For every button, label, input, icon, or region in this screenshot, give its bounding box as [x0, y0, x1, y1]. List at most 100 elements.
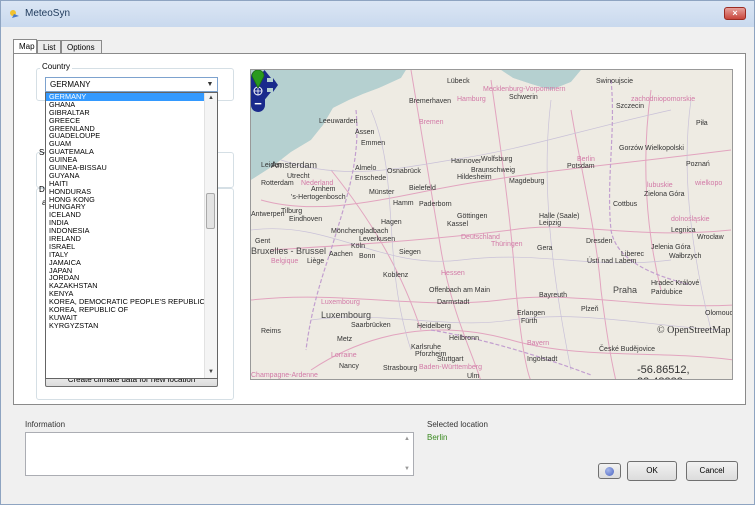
map-label-hessen: Hessen — [441, 270, 465, 277]
country-option[interactable]: GREENLAND — [46, 125, 206, 133]
country-option[interactable]: GIBRALTAR — [46, 109, 206, 117]
map-label-gent: Gent — [255, 238, 271, 245]
map-label-leverkusen: Leverkusen — [359, 236, 396, 243]
country-option[interactable]: GUAM — [46, 140, 206, 148]
map-label-utrecht: Utrecht — [287, 173, 310, 180]
map-label-eindhoven: Eindhoven — [289, 216, 323, 223]
country-option[interactable]: KUWAIT — [46, 314, 206, 322]
map-label-liege: Liège — [307, 258, 325, 265]
country-option[interactable]: HUNGARY — [46, 203, 206, 211]
chevron-down-icon[interactable]: ▼ — [205, 80, 215, 89]
map-label-furth: Fürth — [521, 318, 538, 325]
map-label-bremen: Bremen — [419, 119, 444, 126]
map-label-liberec: Liberec — [621, 251, 644, 258]
country-option[interactable]: JORDAN — [46, 274, 206, 282]
map-label-kassel: Kassel — [447, 221, 469, 228]
country-option[interactable]: KENYA — [46, 290, 206, 298]
map-label-erlangen: Erlangen — [517, 310, 546, 317]
scroll-up-icon[interactable]: ▲ — [205, 93, 217, 104]
map-label-dresden: Dresden — [586, 238, 613, 245]
map-label-koln: Köln — [351, 243, 366, 250]
ok-button[interactable]: OK — [627, 461, 677, 481]
app-logo-icon — [10, 10, 19, 18]
country-option[interactable]: KOREA, REPUBLIC OF — [46, 306, 206, 314]
scroll-down-icon[interactable]: ▼ — [205, 367, 217, 378]
scrollbar-thumb[interactable] — [206, 193, 215, 229]
country-option[interactable]: KAZAKHSTAN — [46, 282, 206, 290]
country-option[interactable]: GUADELOUPE — [46, 132, 206, 140]
dropdown-scrollbar[interactable]: ▲ ▼ — [204, 93, 217, 378]
location-marker-icon[interactable] — [251, 70, 265, 88]
scroll-down-icon[interactable]: ▼ — [401, 466, 413, 472]
tab-options[interactable]: Options — [61, 40, 102, 53]
country-option[interactable]: GERMANY — [46, 93, 206, 101]
country-option[interactable]: KOREA, DEMOCRATIC PEOPLE'S REPUBLIC ( — [46, 298, 206, 306]
map-label-assen: Assen — [355, 129, 375, 136]
map-label-champagne: Champagne-Ardenne — [251, 372, 318, 379]
country-select[interactable]: GERMANY ▼ — [45, 77, 218, 92]
map-label-leiden: Leiden — [261, 162, 283, 169]
country-option[interactable]: INDONESIA — [46, 227, 206, 235]
scroll-up-icon[interactable]: ▲ — [401, 436, 413, 442]
cancel-button[interactable]: Cancel — [686, 461, 738, 481]
map-label-usti: Ústí nad Labem — [587, 258, 637, 265]
map-label-hildesheim: Hildesheim — [457, 174, 492, 181]
country-option[interactable]: GUINEA-BISSAU — [46, 164, 206, 172]
country-option[interactable]: ICELAND — [46, 211, 206, 219]
map-coordinates: -56.86512, 23.48383 — [637, 364, 690, 379]
map-label-pila: Piła — [696, 120, 708, 127]
country-option[interactable]: INDIA — [46, 219, 206, 227]
map-label-paderborn: Paderborn — [419, 201, 452, 208]
information-scrollbar[interactable]: ▲ ▼ — [401, 433, 413, 475]
map-label-magdeburg: Magdeburg — [509, 178, 545, 185]
map-label-swinoujscie: Swinoujscie — [596, 78, 633, 85]
tab-list[interactable]: List — [37, 40, 61, 53]
map-label-heidelberg: Heidelberg — [417, 323, 451, 330]
country-option[interactable]: KYRGYZSTAN — [46, 322, 206, 330]
map-label-bayreuth: Bayreuth — [539, 292, 568, 299]
title-bar: MeteoSyn × — [1, 1, 754, 27]
country-option[interactable]: HONDURAS — [46, 188, 206, 196]
map-label-poznan: Poznań — [686, 161, 710, 168]
country-option[interactable]: GUINEA — [46, 156, 206, 164]
country-dropdown-list[interactable]: GERMANY GHANA GIBRALTAR GREECE GREENLAND GUAD… — [45, 92, 218, 379]
map-label-hamburg: Hamburg — [457, 96, 486, 103]
map-label-antwerpen: Antwerpen — [251, 211, 285, 218]
map-label-ulm: Ulm — [467, 373, 480, 380]
map-label-zachodniopomorskie: zachodniopomorskie — [631, 96, 696, 103]
map-view[interactable]: Lübeck Swinoujscie Mecklenburg-Vorpommern S… — [250, 69, 733, 380]
country-select-value: GERMANY — [50, 80, 91, 89]
map-label-heilbronn: Heilbronn — [449, 335, 479, 342]
country-option[interactable]: GREECE — [46, 117, 206, 125]
country-option[interactable]: ISRAEL — [46, 243, 206, 251]
map-label-badenwurttemberg: Baden-Württemberg — [419, 364, 483, 371]
country-option[interactable]: GUYANA — [46, 172, 206, 180]
map-label-siegen: Siegen — [399, 249, 421, 256]
map-label-karlsruhe: Karlsruhe — [411, 344, 441, 351]
map-label-potsdam: Potsdam — [567, 163, 595, 170]
map-label-braunschweig: Braunschweig — [471, 167, 515, 174]
map-label-halle: Halle (Saale) — [539, 213, 580, 220]
country-option[interactable]: ITALY — [46, 251, 206, 259]
map-label-jelenia: Jelenia Góra — [651, 244, 691, 251]
map-label-belgique: Belgique — [271, 258, 299, 265]
help-button[interactable] — [598, 463, 621, 479]
map-label-hannover: Hannover — [451, 158, 482, 165]
map-label-enschede: Enschede — [355, 175, 387, 182]
country-option[interactable]: JAPAN — [46, 267, 206, 275]
country-option[interactable]: HAITI — [46, 180, 206, 188]
close-button[interactable]: × — [724, 7, 746, 20]
information-textbox[interactable]: ▲ ▼ — [25, 432, 414, 476]
country-option[interactable]: HONG KONG — [46, 196, 206, 204]
country-option[interactable]: IRELAND — [46, 235, 206, 243]
map-label-nancy: Nancy — [339, 363, 359, 370]
country-option[interactable]: JAMAICA — [46, 259, 206, 267]
map-attribution: © OpenStreetMap — [657, 325, 731, 336]
country-option[interactable]: GUATEMALA — [46, 148, 206, 156]
map-label-wroclaw: Wrocław — [697, 234, 724, 241]
map-label-saarbrucken: Saarbrücken — [351, 322, 391, 329]
map-label-zielona: Zielona Góra — [644, 191, 685, 198]
tab-map[interactable]: Map — [13, 39, 37, 54]
map-label-leipzig: Leipzig — [539, 220, 562, 227]
country-option[interactable]: GHANA — [46, 101, 206, 109]
